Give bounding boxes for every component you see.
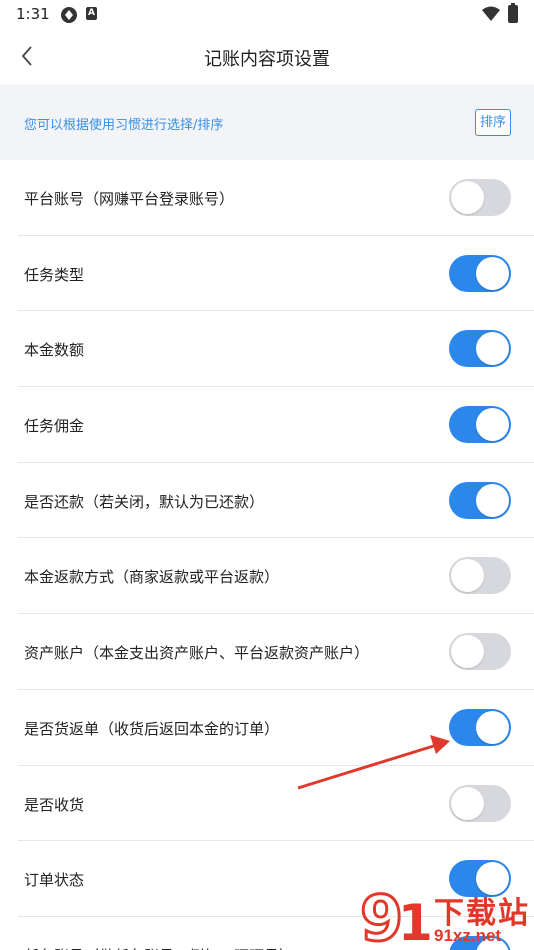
setting-label: 订单状态 [24, 871, 85, 890]
setting-row: 是否还款（若关闭，默认为已还款） [18, 463, 534, 539]
watermark-logo-icon: 9 1 [360, 884, 430, 950]
setting-label: 是否收货 [24, 795, 85, 814]
setting-label: 资产账户（本金支出资产账户、平台返款资产账户） [24, 644, 370, 663]
page-title: 记账内容项设置 [204, 49, 330, 70]
setting-toggle-switch[interactable] [449, 254, 511, 292]
settings-list: 平台账号（网赚平台登录账号） 任务类型本金数额任务佣金是否还款（若关闭，默认为已还… [0, 160, 534, 950]
header: 记账内容项设置 [0, 30, 534, 84]
svg-text:1: 1 [398, 894, 430, 950]
toggle-knob [476, 332, 509, 366]
setting-toggle-switch[interactable] [449, 557, 511, 595]
setting-label: 本金返款方式（商家返款或平台返款） [24, 568, 280, 587]
setting-label: 任务佣金 [24, 417, 85, 436]
toggle-knob [476, 710, 509, 744]
toggle-knob [451, 635, 484, 669]
sort-button[interactable]: 排序 [475, 109, 511, 136]
setting-row: 平台账号（网赚平台登录账号） [18, 160, 534, 236]
watermark: 9 1 下载站 91xz.net [360, 884, 534, 950]
toggle-knob [451, 559, 484, 593]
setting-row: 本金数额 [18, 311, 534, 388]
status-time: 1:31 [16, 5, 50, 23]
setting-toggle-switch[interactable] [449, 481, 511, 519]
setting-toggle-switch[interactable] [449, 708, 511, 746]
setting-row: 任务佣金 [18, 387, 534, 463]
toggle-knob [451, 181, 484, 214]
setting-toggle-switch[interactable] [449, 406, 511, 444]
info-bar: 您可以根据使用习惯进行选择/排序 [0, 84, 534, 160]
setting-toggle-switch[interactable] [449, 179, 511, 216]
wifi-icon [482, 6, 500, 21]
setting-label: 本金数额 [24, 341, 85, 360]
setting-label: 任务账号（做任务账号，例如：旺旺号） [24, 945, 294, 950]
info-text: 您可以根据使用习惯进行选择/排序 [24, 118, 224, 133]
toggle-knob [476, 256, 509, 290]
setting-toggle-switch[interactable] [449, 784, 511, 822]
setting-label: 平台账号（网赚平台登录账号） [24, 190, 235, 208]
setting-label: 是否货返单（收货后返回本金的订单） [24, 719, 280, 738]
toggle-knob [451, 786, 484, 820]
setting-toggle-switch[interactable] [449, 633, 511, 671]
watermark-site: 91xz.net [434, 926, 502, 945]
app-notification-icon [61, 7, 77, 23]
setting-row: 资产账户（本金支出资产账户、平台返款资产账户） [18, 614, 534, 690]
setting-row: 是否收货 [18, 766, 534, 842]
setting-row: 本金返款方式（商家返款或平台返款） [18, 538, 534, 615]
status-bar: 1:31 A [0, 0, 534, 30]
svg-text:9: 9 [360, 884, 403, 950]
toggle-knob [476, 408, 509, 442]
battery-icon [508, 3, 518, 23]
notification-badge-icon: A [86, 7, 97, 20]
setting-label: 任务类型 [24, 265, 85, 284]
setting-row: 是否货返单（收货后返回本金的订单） [18, 690, 534, 766]
setting-row: 任务类型 [18, 236, 534, 312]
setting-label: 是否还款（若关闭，默认为已还款） [24, 492, 265, 511]
toggle-knob [476, 483, 509, 517]
setting-toggle-switch[interactable] [449, 330, 511, 368]
